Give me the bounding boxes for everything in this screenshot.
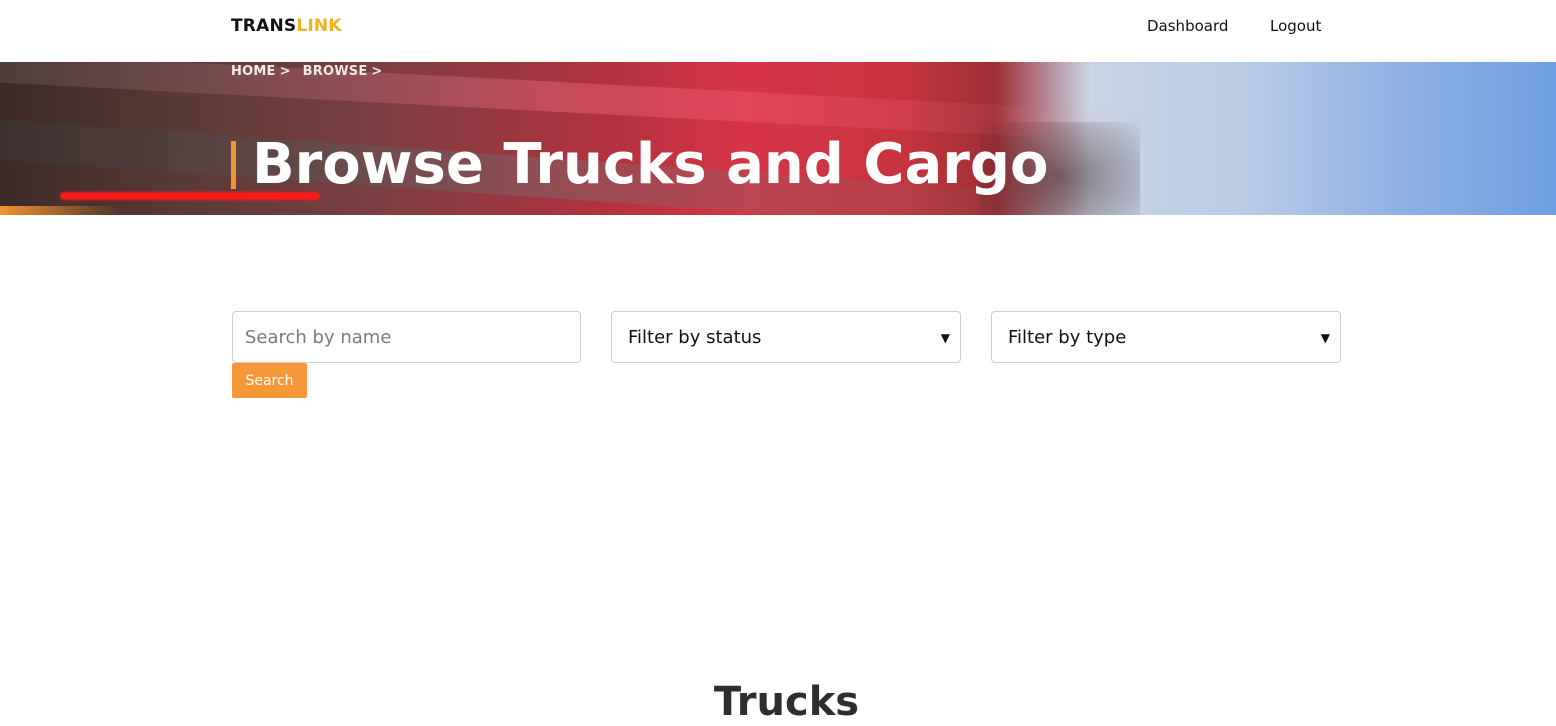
breadcrumb: HOME > BROWSE > — [231, 64, 395, 80]
site-logo[interactable]: TRANSLINK — [231, 15, 342, 37]
page-title: Browse Trucks and Cargo — [231, 136, 1048, 192]
search-input[interactable] — [232, 311, 581, 363]
chevron-down-icon: ▼ — [940, 331, 950, 345]
hero-orange-edge — [0, 206, 120, 215]
status-filter-select[interactable]: Filter by status ▼ — [611, 311, 961, 363]
logo-text-accent: LINK — [296, 16, 342, 36]
type-filter-select[interactable]: Filter by type ▼ — [991, 311, 1341, 363]
chevron-down-icon: ▼ — [1320, 331, 1330, 345]
top-navbar: TRANSLINK Dashboard Logout — [0, 0, 1556, 62]
nav-link-logout[interactable]: Logout — [1270, 17, 1321, 35]
breadcrumb-separator: > — [371, 64, 383, 79]
logo-text-primary: TRANS — [231, 16, 297, 36]
breadcrumb-home[interactable]: HOME — [231, 64, 276, 79]
breadcrumb-separator: > — [279, 64, 291, 79]
nav-link-dashboard[interactable]: Dashboard — [1147, 17, 1228, 35]
type-filter-value: Filter by type — [1008, 327, 1127, 348]
status-filter-value: Filter by status — [628, 327, 762, 348]
breadcrumb-browse[interactable]: BROWSE — [303, 64, 368, 79]
section-title-trucks: Trucks — [713, 679, 860, 726]
search-button[interactable]: Search — [232, 363, 307, 398]
